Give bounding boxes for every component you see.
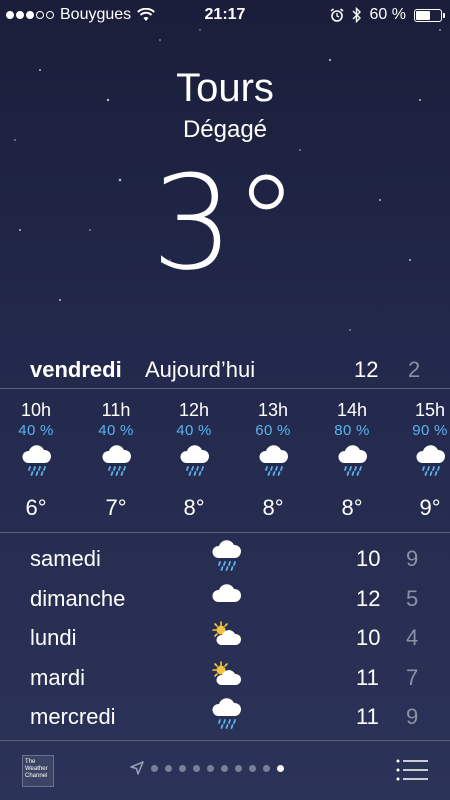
hour-temperature: 8° [183,495,205,520]
precipitation-chance: 40 % [98,422,134,439]
page-dot[interactable] [207,764,214,772]
rain-cloud-icon [159,445,229,481]
precipitation-chance: 40 % [18,422,54,439]
day-low: 9 [406,704,419,729]
hourly-item: 10h 40 % 6° [1,400,71,521]
precipitation-chance: 80 % [334,422,370,439]
hourly-item: 11h 40 % 7° [81,400,151,521]
day-low: 9 [406,546,419,571]
current-temperature: 3° [151,147,299,299]
daily-row: samedi 10 9 [0,538,450,578]
day-name: dimanche [30,585,126,611]
cloud-icon [210,580,242,614]
divider [0,532,450,533]
page-indicator[interactable] [130,761,284,775]
precipitation-chance: 60 % [255,422,291,439]
rain-cloud-icon [210,540,242,574]
city-list-icon[interactable] [396,758,428,782]
partly-sunny-icon [210,619,242,653]
alarm-icon [330,8,344,22]
page-dot[interactable] [179,764,186,772]
day-high: 10 [356,546,381,571]
hour-temperature: 6° [25,495,47,520]
rain-cloud-icon [317,445,387,481]
rain-cloud-icon [210,698,242,732]
page-dot[interactable] [151,764,158,772]
weather-channel-logo[interactable]: The Weather Channel [22,755,54,787]
day-high: 11 [356,704,379,729]
daily-row: mercredi 11 9 [0,696,450,736]
hourly-item: 13h 60 % 8° [238,400,308,521]
day-low: 4 [406,625,419,650]
day-low: 5 [406,585,419,611]
rain-cloud-icon [81,445,151,481]
day-high: 11 [356,664,379,690]
today-day: vendredi [30,357,122,382]
hour-temperature: 9° [419,495,441,520]
daily-row: lundi 10 4 [0,617,450,657]
battery-icon [414,8,445,22]
hour-label: 12h [178,400,210,420]
today-label: Aujourd’hui [145,357,256,382]
daily-row: mardi 11 7 [0,657,450,697]
precipitation-chance: 40 % [176,422,212,439]
day-high: 12 [356,585,381,611]
day-name: mercredi [30,704,116,729]
day-high: 10 [356,625,381,650]
today-summary: vendredi Aujourd’hui 12 2 [0,350,450,388]
day-name: mardi [30,664,86,690]
rain-cloud-icon [395,445,450,481]
location-arrow-icon [130,761,144,775]
weather-condition: Dégagé [182,116,268,143]
hourly-item: 15h 90 % 9° [395,400,450,521]
partly-sunny-icon [210,659,242,693]
page-dot[interactable] [235,764,242,772]
page-dot[interactable] [277,764,284,772]
hour-temperature: 7° [105,495,127,520]
rain-cloud-icon [1,445,71,481]
day-name: samedi [30,546,101,571]
page-dot[interactable] [263,764,270,772]
battery-percentage: 60 % [369,6,406,23]
bluetooth-icon [352,7,361,23]
hour-label: 14h [336,400,368,420]
hourly-item: 14h 80 % 8° [317,400,387,521]
hourly-item: 12h 40 % 8° [159,400,229,521]
rain-cloud-icon [238,445,308,481]
page-dot[interactable] [221,764,228,772]
today-high: 12 [354,357,379,382]
hour-label: 13h [257,400,289,420]
hour-label: 10h [20,400,52,420]
hourly-forecast[interactable]: 10h 40 % 6° 11h 40 % 7° 12h 40 % 8° 13h 60 % 8° 14h 8… [0,390,450,532]
footer-toolbar: The Weather Channel [0,740,450,800]
hour-temperature: 8° [262,495,284,520]
today-low: 2 [408,357,421,382]
hour-label: 11h [101,400,131,420]
day-name: lundi [30,625,77,650]
divider [0,388,450,389]
page-dot[interactable] [249,764,256,772]
daily-row: dimanche 12 5 [0,578,450,618]
page-dot[interactable] [193,764,200,772]
hour-temperature: 8° [341,495,363,520]
day-low: 7 [406,664,419,690]
page-dot[interactable] [165,764,172,772]
city-name: Tours [176,66,274,110]
hour-label: 15h [414,400,446,420]
precipitation-chance: 90 % [412,422,448,439]
status-bar: Bouygues 21:17 60 % [0,0,450,30]
